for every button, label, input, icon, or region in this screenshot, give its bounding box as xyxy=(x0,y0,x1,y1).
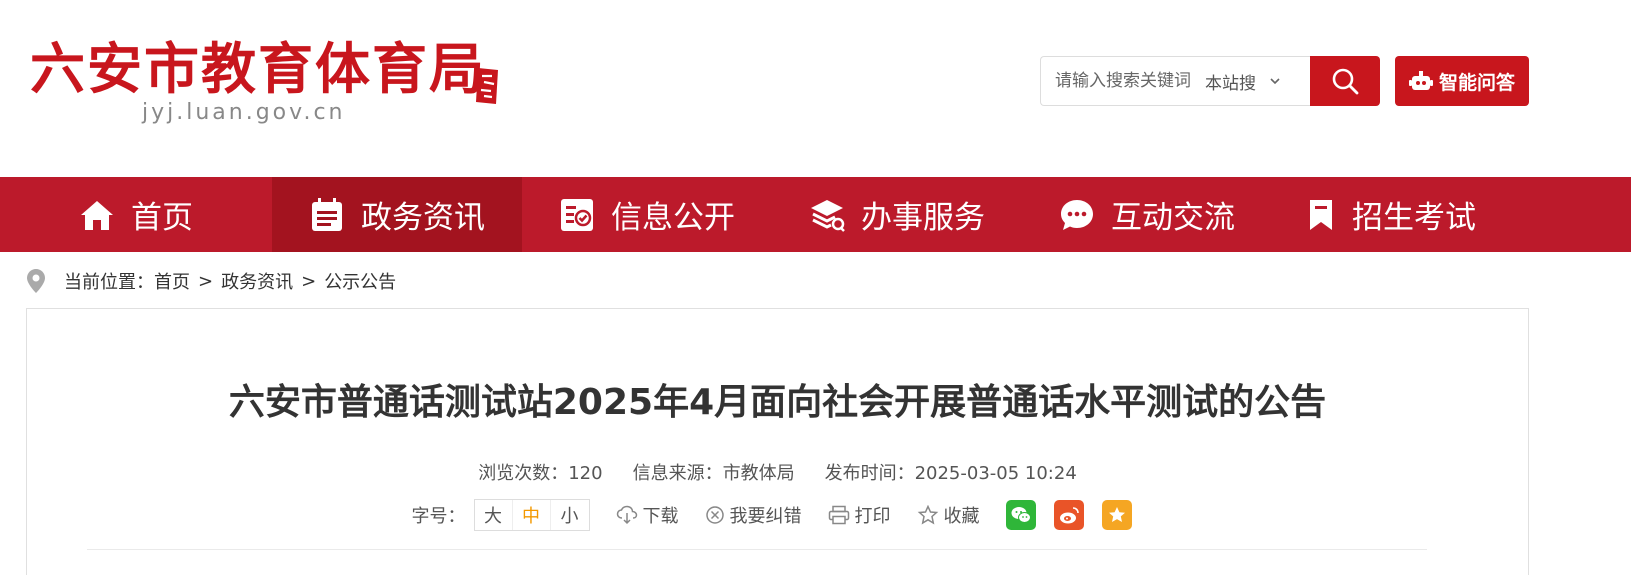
nav-label: 信息公开 xyxy=(611,200,735,236)
search-icon xyxy=(1332,68,1359,95)
site-logo-title[interactable]: 六安市教育体育局 xyxy=(30,38,486,100)
nav-item-interaction[interactable]: 互动交流 xyxy=(1022,177,1272,252)
nav-label: 互动交流 xyxy=(1111,200,1235,236)
search-button[interactable] xyxy=(1310,56,1380,106)
site-logo-domain: jyj.luan.gov.cn xyxy=(142,100,346,125)
font-size-small[interactable]: 小 xyxy=(551,500,589,530)
bookmark-icon xyxy=(1310,199,1332,230)
calendar-list-icon xyxy=(312,197,342,231)
nav-label: 办事服务 xyxy=(861,200,985,236)
ai-qa-button[interactable]: 智能问答 xyxy=(1395,56,1529,106)
article-published: 发布时间：2025-03-05 10:24 xyxy=(824,463,1077,484)
robot-icon xyxy=(1408,71,1433,90)
search-input[interactable] xyxy=(1041,61,1201,101)
share-weibo-button[interactable] xyxy=(1053,500,1084,530)
document-check-icon xyxy=(561,198,593,231)
star-filled-icon xyxy=(1108,507,1125,522)
print-button[interactable]: 打印 xyxy=(828,502,891,528)
download-button[interactable]: 下载 xyxy=(616,502,679,528)
chevron-down-icon xyxy=(1270,78,1280,85)
share-favorite-button[interactable] xyxy=(1101,500,1132,530)
nav-label: 政务资讯 xyxy=(361,200,485,236)
search-scope-label: 本站搜 xyxy=(1205,73,1256,94)
breadcrumb-announcements[interactable]: 公示公告 xyxy=(324,268,396,294)
nav-item-info-disclosure[interactable]: 信息公开 xyxy=(522,177,772,252)
main-nav: 首页 政务资讯 信息公开 办事服务 互动交流 招生考试 xyxy=(0,177,1631,252)
weibo-icon xyxy=(1059,507,1079,524)
article-title: 六安市普通话测试站2025年4月面向社会开展普通话水平测试的公告 xyxy=(228,382,1327,423)
font-size-group: 大 中 小 xyxy=(473,499,590,531)
article-views: 浏览次数：120 xyxy=(478,463,603,484)
report-error-button[interactable]: 我要纠错 xyxy=(705,502,802,528)
article-source: 信息来源：市教体局 xyxy=(632,463,795,484)
breadcrumb-separator: > xyxy=(198,270,214,292)
nav-item-admission-exams[interactable]: 招生考试 xyxy=(1272,177,1510,252)
home-icon xyxy=(81,200,113,230)
breadcrumb-government-news[interactable]: 政务资讯 xyxy=(221,268,293,294)
nav-label: 招生考试 xyxy=(1352,200,1476,236)
site-header: 六安市教育体育局 jyj.luan.gov.cn 本站搜 智能问答 xyxy=(0,0,1631,177)
ai-qa-label: 智能问答 xyxy=(1438,71,1515,94)
nav-item-services[interactable]: 办事服务 xyxy=(772,177,1022,252)
print-label: 打印 xyxy=(854,506,891,527)
font-size-large[interactable]: 大 xyxy=(475,500,513,530)
nav-label: 首页 xyxy=(131,200,193,236)
favorite-button[interactable]: 收藏 xyxy=(917,502,980,528)
breadcrumb-prefix: 当前位置： xyxy=(64,272,154,293)
article-tools: 字号： 大 中 小 下载 我要纠错 打印 收藏 xyxy=(27,499,1528,531)
location-pin-icon xyxy=(27,269,45,293)
breadcrumb-separator: > xyxy=(301,270,317,292)
nav-item-home[interactable]: 首页 xyxy=(0,177,272,252)
article-meta: 浏览次数：120 信息来源：市教体局 发布时间：2025-03-05 10:24 xyxy=(27,459,1528,485)
content-divider xyxy=(87,549,1427,550)
download-label: 下载 xyxy=(642,506,679,527)
cloud-download-icon xyxy=(616,505,637,525)
search-box: 本站搜 xyxy=(1040,56,1310,106)
font-size-label: 字号： xyxy=(411,506,466,527)
printer-icon xyxy=(828,505,849,525)
seal-logo-icon xyxy=(476,68,498,104)
breadcrumb: 当前位置： 首页 > 政务资讯 > 公示公告 xyxy=(26,266,396,296)
font-size-medium[interactable]: 中 xyxy=(513,500,551,530)
article-panel: 六安市普通话测试站2025年4月面向社会开展普通话水平测试的公告 浏览次数：12… xyxy=(26,308,1529,575)
share-wechat-button[interactable] xyxy=(1005,500,1036,530)
error-circle-icon xyxy=(705,506,724,524)
chat-bubble-icon xyxy=(1061,199,1093,230)
report-error-label: 我要纠错 xyxy=(729,506,802,527)
stack-service-icon xyxy=(811,199,845,232)
wechat-icon xyxy=(1011,507,1031,523)
search-scope-select[interactable]: 本站搜 xyxy=(1205,69,1282,94)
breadcrumb-home[interactable]: 首页 xyxy=(154,268,190,294)
favorite-label: 收藏 xyxy=(943,506,980,527)
star-outline-icon xyxy=(917,505,938,525)
nav-item-government-news[interactable]: 政务资讯 xyxy=(272,177,522,252)
